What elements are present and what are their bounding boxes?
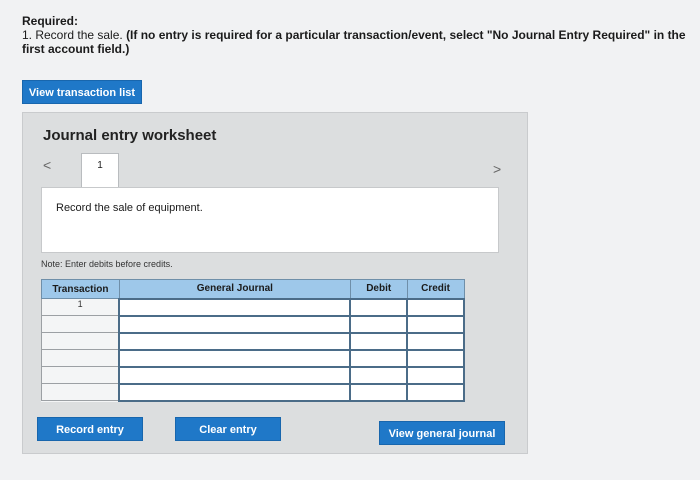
debit-field[interactable] [349, 297, 409, 317]
journal-entry-worksheet: Journal entry worksheet < 1 > Record the… [22, 112, 528, 454]
chevron-left-icon[interactable]: < [43, 157, 51, 173]
tab-transaction-1[interactable]: 1 [81, 153, 119, 187]
required-section: Required: 1. Record the sale. (If no ent… [22, 14, 692, 56]
debit-field[interactable] [349, 382, 409, 402]
credit-field[interactable] [406, 382, 465, 402]
credit-field[interactable] [406, 365, 465, 385]
transaction-cell: 1 [41, 298, 120, 316]
record-entry-button[interactable]: Record entry [37, 417, 143, 441]
view-general-journal-button[interactable]: View general journal [379, 421, 505, 445]
table-row [41, 365, 465, 385]
debit-field[interactable] [349, 314, 409, 334]
transaction-cell [41, 366, 120, 384]
account-field[interactable] [118, 348, 352, 368]
header-transaction: Transaction [41, 279, 120, 299]
credit-field[interactable] [406, 314, 465, 334]
table-row [41, 348, 465, 368]
transaction-description: Record the sale of equipment. [56, 202, 203, 214]
transaction-cell [41, 349, 120, 367]
transaction-cell [41, 315, 120, 333]
account-field[interactable] [118, 314, 352, 334]
required-instruction: 1. Record the sale. (If no entry is requ… [22, 28, 692, 56]
instruction-text: 1. Record the sale. [22, 28, 127, 42]
credit-field[interactable] [406, 297, 465, 317]
debit-field[interactable] [349, 365, 409, 385]
account-field[interactable] [118, 331, 352, 351]
clear-entry-button[interactable]: Clear entry [175, 417, 281, 441]
debit-field[interactable] [349, 348, 409, 368]
credit-field[interactable] [406, 331, 465, 351]
table-row: 1 [41, 297, 465, 317]
transaction-description-box: Record the sale of equipment. [41, 187, 499, 253]
chevron-right-icon[interactable]: > [493, 161, 501, 177]
transaction-cell [41, 383, 120, 401]
table-row [41, 314, 465, 334]
table-row [41, 382, 465, 402]
transaction-cell [41, 332, 120, 350]
account-field[interactable] [118, 365, 352, 385]
credit-field[interactable] [406, 348, 465, 368]
note-text: Note: Enter debits before credits. [41, 259, 173, 269]
header-general-journal: General Journal [118, 279, 351, 299]
account-field[interactable] [118, 382, 352, 402]
view-transaction-list-button[interactable]: View transaction list [22, 80, 142, 104]
worksheet-title: Journal entry worksheet [43, 127, 217, 144]
header-credit: Credit [406, 279, 465, 299]
required-heading: Required: [22, 14, 79, 28]
account-field[interactable] [118, 297, 352, 317]
debit-field[interactable] [349, 331, 409, 351]
table-row [41, 331, 465, 351]
header-debit: Debit [349, 279, 408, 299]
journal-table: Transaction General Journal Debit Credit… [41, 279, 465, 402]
